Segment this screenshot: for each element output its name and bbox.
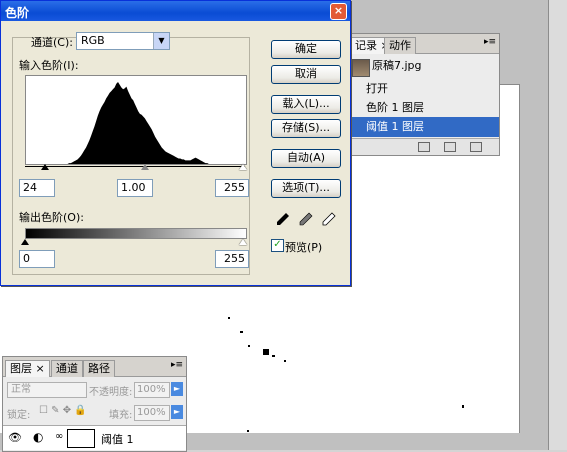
input-white-slider[interactable] — [239, 164, 247, 170]
save-button[interactable]: 存储(S)... — [271, 119, 341, 138]
layer-row[interactable]: 👁 ◐ ∞ 阈值 1 — [3, 425, 186, 450]
output-white-slider[interactable] — [239, 239, 247, 245]
fill-label: 填充: — [109, 410, 133, 421]
history-item-label: 色阶 1 图层 — [366, 101, 424, 114]
histogram-area — [54, 82, 214, 164]
eye-icon[interactable]: 👁 — [8, 431, 22, 444]
adjustment-layer-icon: ◐ — [33, 430, 44, 444]
tab-history-label: 记录 — [355, 39, 377, 52]
panel-menu-icon[interactable]: ▸≡ — [171, 360, 183, 370]
input-white-value: 255 — [224, 181, 245, 194]
canvas-speck — [228, 317, 230, 319]
input-slider-track — [25, 166, 245, 167]
channel-select[interactable]: RGB ▼ — [76, 32, 170, 50]
canvas-speck — [240, 331, 243, 333]
histogram-graph — [54, 82, 214, 164]
input-gamma-field[interactable]: 1.00 — [117, 179, 153, 197]
output-black-slider[interactable] — [21, 239, 29, 245]
layer-name: 阈值 1 — [101, 433, 134, 446]
output-white-value: 255 — [224, 252, 245, 265]
output-gradient-bar — [25, 228, 247, 239]
layer-mask-thumbnail[interactable] — [67, 429, 95, 448]
close-button[interactable]: × — [330, 3, 347, 20]
gray-eyedropper-icon[interactable] — [299, 212, 313, 226]
blend-mode-value: 正常 — [11, 384, 31, 395]
preview-label: 预览(P) — [285, 241, 323, 254]
snapshot-thumbnail — [352, 59, 370, 77]
canvas-speck — [462, 405, 464, 408]
tab-paths-label: 路径 — [88, 362, 110, 375]
ok-button[interactable]: 确定 — [271, 40, 341, 59]
canvas-speck — [272, 355, 275, 357]
tab-layers[interactable]: 图层 × — [5, 360, 50, 377]
history-item-label: 打开 — [366, 82, 388, 95]
output-white-field[interactable]: 255 — [215, 250, 249, 268]
output-black-value: 0 — [23, 252, 30, 265]
input-black-field[interactable]: 24 — [19, 179, 55, 197]
layers-panel: 图层 × 通道 路径 ▸≡ 正常 不透明度: 100% ► 锁定: ☐ ✎ ✥ … — [2, 356, 187, 452]
input-black-slider[interactable] — [41, 164, 49, 170]
layers-tabs: 图层 × 通道 路径 ▸≡ — [3, 357, 186, 377]
channel-label: 通道(C): — [31, 36, 73, 49]
options-button[interactable]: 选项(T)... — [271, 179, 341, 198]
history-item-open[interactable]: 打开 — [348, 79, 499, 99]
close-icon[interactable]: × — [36, 362, 45, 375]
input-gamma-slider[interactable] — [141, 164, 149, 170]
canvas-speck — [248, 345, 250, 347]
history-tabs: 记录 × 动作 ▸≡ — [348, 34, 499, 54]
opacity-value: 100% — [137, 384, 166, 395]
channel-value: RGB — [81, 34, 105, 47]
input-gamma-value: 1.00 — [121, 181, 146, 194]
tab-paths[interactable]: 路径 — [83, 360, 115, 377]
tab-actions[interactable]: 动作 — [384, 37, 416, 54]
link-icon[interactable]: ∞ — [55, 431, 63, 442]
input-levels-label: 输入色阶(I): — [19, 59, 79, 72]
new-document-icon[interactable] — [418, 142, 430, 152]
fill-field[interactable]: 100% — [134, 405, 170, 421]
load-button[interactable]: 载入(L)... — [271, 95, 341, 114]
snapshot-label: 原稿7.jpg — [372, 59, 422, 72]
opacity-field[interactable]: 100% — [134, 382, 170, 398]
fill-value: 100% — [137, 407, 166, 418]
snapshot-camera-icon[interactable] — [444, 142, 456, 152]
canvas-speck — [247, 430, 249, 432]
history-item-label: 阈值 1 图层 — [366, 120, 424, 133]
lock-label: 锁定: — [7, 410, 31, 421]
lock-icons[interactable]: ☐ ✎ ✥ 🔒 — [39, 405, 87, 416]
canvas-speck — [263, 349, 269, 355]
right-scrollbar[interactable] — [548, 0, 567, 450]
white-eyedropper-icon[interactable] — [322, 212, 336, 226]
dialog-titlebar[interactable]: 色阶 × — [1, 1, 350, 21]
chevron-down-icon: ▼ — [153, 33, 169, 49]
tab-channels[interactable]: 通道 — [51, 360, 83, 377]
canvas-speck — [284, 360, 286, 362]
opacity-label: 不透明度: — [89, 387, 133, 398]
output-levels-label: 输出色阶(O): — [19, 211, 84, 224]
blend-mode-select[interactable]: 正常 — [7, 382, 87, 398]
cancel-button[interactable]: 取消 — [271, 65, 341, 84]
black-eyedropper-icon[interactable] — [276, 212, 290, 226]
history-item-threshold[interactable]: 阈值 1 图层 — [348, 117, 499, 137]
preview-checkbox[interactable]: ✓ — [271, 239, 284, 252]
levels-dialog: 色阶 × 通道(C): RGB ▼ 输入色阶(I): 24 1.00 255 输… — [0, 0, 351, 286]
history-panel: 记录 × 动作 ▸≡ 原稿7.jpg 打开 色阶 1 图层 阈值 1 图层 — [347, 33, 500, 156]
trash-icon[interactable] — [470, 142, 482, 152]
history-footer — [348, 138, 499, 155]
history-snapshot[interactable]: 原稿7.jpg — [348, 56, 499, 77]
dialog-title: 色阶 — [5, 6, 30, 20]
fill-arrow-icon[interactable]: ► — [171, 405, 183, 419]
history-item-levels[interactable]: 色阶 1 图层 — [348, 98, 499, 118]
input-white-field[interactable]: 255 — [215, 179, 249, 197]
auto-button[interactable]: 自动(A) — [271, 149, 341, 168]
tab-channels-label: 通道 — [56, 362, 78, 375]
output-black-field[interactable]: 0 — [19, 250, 55, 268]
opacity-arrow-icon[interactable]: ► — [171, 382, 183, 396]
tab-actions-label: 动作 — [389, 39, 411, 52]
panel-menu-icon[interactable]: ▸≡ — [484, 37, 496, 47]
tab-layers-label: 图层 — [10, 362, 32, 375]
histogram — [25, 75, 247, 165]
input-black-value: 24 — [23, 181, 37, 194]
